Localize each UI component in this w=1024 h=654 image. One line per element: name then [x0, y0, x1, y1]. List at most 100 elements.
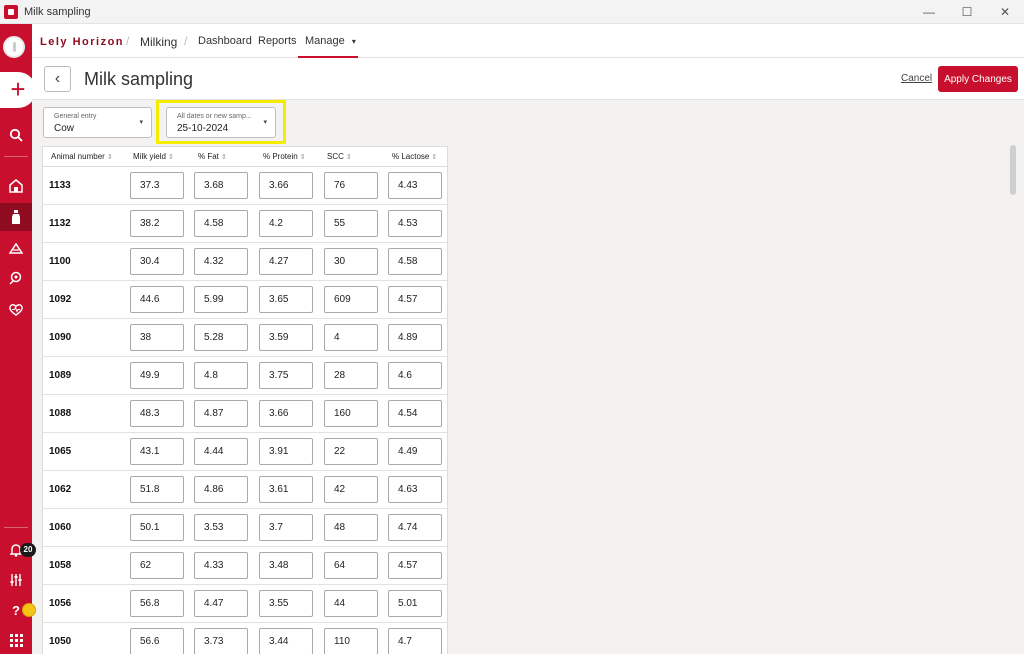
- nav-manage[interactable]: Manage ▾: [305, 35, 356, 47]
- fat-input[interactable]: [194, 476, 248, 503]
- fat-input[interactable]: [194, 400, 248, 427]
- milk-yield-input[interactable]: [130, 172, 184, 199]
- milk-yield-input[interactable]: [130, 552, 184, 579]
- scrollbar-thumb[interactable]: [1010, 145, 1016, 195]
- fat-input[interactable]: [194, 552, 248, 579]
- lactose-input[interactable]: [388, 552, 442, 579]
- milk-yield-input[interactable]: [130, 362, 184, 389]
- analysis-icon[interactable]: [0, 264, 32, 292]
- milk-yield-input[interactable]: [130, 514, 184, 541]
- milk-yield-input[interactable]: [130, 438, 184, 465]
- scc-input[interactable]: [324, 552, 378, 579]
- scc-input[interactable]: [324, 400, 378, 427]
- column-header-protein[interactable]: % Protein ⇕: [263, 152, 306, 161]
- scc-input[interactable]: [324, 590, 378, 617]
- cancel-link[interactable]: Cancel: [901, 73, 932, 84]
- milk-yield-input[interactable]: [130, 628, 184, 654]
- column-header-lactose[interactable]: % Lactose ⇕: [392, 152, 437, 161]
- fat-input[interactable]: [194, 286, 248, 313]
- scc-input[interactable]: [324, 172, 378, 199]
- protein-input[interactable]: [259, 400, 313, 427]
- protein-input[interactable]: [259, 628, 313, 654]
- fat-input[interactable]: [194, 590, 248, 617]
- breadcrumb-milking[interactable]: Milking: [140, 35, 177, 49]
- apps-grid-icon[interactable]: [0, 626, 32, 654]
- protein-input[interactable]: [259, 362, 313, 389]
- protein-input[interactable]: [259, 438, 313, 465]
- back-button[interactable]: ‹: [44, 66, 71, 92]
- protein-input[interactable]: [259, 590, 313, 617]
- lactose-input[interactable]: [388, 628, 442, 654]
- milk-yield-input[interactable]: [130, 476, 184, 503]
- column-header-animal-number[interactable]: Animal number ⇕: [51, 152, 113, 161]
- column-header-scc[interactable]: SCC ⇕: [327, 152, 352, 161]
- nav-dashboard[interactable]: Dashboard: [198, 35, 252, 47]
- protein-input[interactable]: [259, 324, 313, 351]
- protein-input[interactable]: [259, 552, 313, 579]
- close-button[interactable]: ✕: [986, 0, 1024, 24]
- lactose-input[interactable]: [388, 476, 442, 503]
- animal-number: 1100: [49, 256, 71, 267]
- maximize-button[interactable]: ☐: [948, 0, 986, 24]
- milk-bottle-icon[interactable]: [0, 203, 32, 231]
- column-header-label: Milk yield: [133, 152, 166, 161]
- lactose-input[interactable]: [388, 514, 442, 541]
- lactose-input[interactable]: [388, 324, 442, 351]
- lactose-input[interactable]: [388, 210, 442, 237]
- milk-yield-input[interactable]: [130, 590, 184, 617]
- scc-input[interactable]: [324, 248, 378, 275]
- feeding-icon[interactable]: [0, 234, 32, 262]
- scc-input[interactable]: [324, 628, 378, 654]
- milk-yield-input[interactable]: [130, 210, 184, 237]
- fat-input[interactable]: [194, 248, 248, 275]
- fat-input[interactable]: [194, 362, 248, 389]
- protein-input[interactable]: [259, 248, 313, 275]
- fat-input[interactable]: [194, 438, 248, 465]
- fat-input[interactable]: [194, 210, 248, 237]
- milk-yield-input[interactable]: [130, 324, 184, 351]
- nav-reports[interactable]: Reports: [258, 35, 297, 47]
- column-header-fat[interactable]: % Fat ⇕: [198, 152, 227, 161]
- apply-changes-button[interactable]: Apply Changes: [938, 66, 1018, 92]
- scc-input[interactable]: [324, 210, 378, 237]
- user-avatar[interactable]: [3, 36, 25, 58]
- scc-input[interactable]: [324, 438, 378, 465]
- minimize-button[interactable]: —: [910, 0, 948, 24]
- protein-input[interactable]: [259, 210, 313, 237]
- protein-input[interactable]: [259, 514, 313, 541]
- milk-yield-input[interactable]: [130, 400, 184, 427]
- scc-input[interactable]: [324, 514, 378, 541]
- lactose-input[interactable]: [388, 438, 442, 465]
- barn-icon[interactable]: [0, 172, 32, 200]
- protein-input[interactable]: [259, 172, 313, 199]
- search-icon[interactable]: [0, 121, 32, 149]
- entry-type-dropdown[interactable]: General entry Cow ▾: [43, 107, 152, 138]
- protein-input[interactable]: [259, 476, 313, 503]
- lactose-input[interactable]: [388, 362, 442, 389]
- scc-input[interactable]: [324, 362, 378, 389]
- scc-input[interactable]: [324, 286, 378, 313]
- scc-input[interactable]: [324, 476, 378, 503]
- table-row: 1132: [43, 205, 447, 243]
- lactose-input[interactable]: [388, 248, 442, 275]
- window-title: Milk sampling: [24, 5, 91, 18]
- brand-label[interactable]: Lely Horizon: [40, 36, 124, 48]
- column-header-milk-yield[interactable]: Milk yield ⇕: [133, 152, 174, 161]
- lactose-input[interactable]: [388, 286, 442, 313]
- lactose-input[interactable]: [388, 590, 442, 617]
- add-button[interactable]: +: [0, 72, 36, 108]
- fat-input[interactable]: [194, 628, 248, 654]
- fat-input[interactable]: [194, 324, 248, 351]
- milk-yield-input[interactable]: [130, 248, 184, 275]
- lactose-input[interactable]: [388, 172, 442, 199]
- fat-input[interactable]: [194, 514, 248, 541]
- fat-input[interactable]: [194, 172, 248, 199]
- health-icon[interactable]: [0, 295, 32, 323]
- highlight-box: [156, 100, 286, 144]
- scc-input[interactable]: [324, 324, 378, 351]
- protein-input[interactable]: [259, 286, 313, 313]
- lactose-input[interactable]: [388, 400, 442, 427]
- animal-number: 1133: [49, 180, 71, 191]
- milk-yield-input[interactable]: [130, 286, 184, 313]
- settings-sliders-icon[interactable]: [0, 566, 32, 594]
